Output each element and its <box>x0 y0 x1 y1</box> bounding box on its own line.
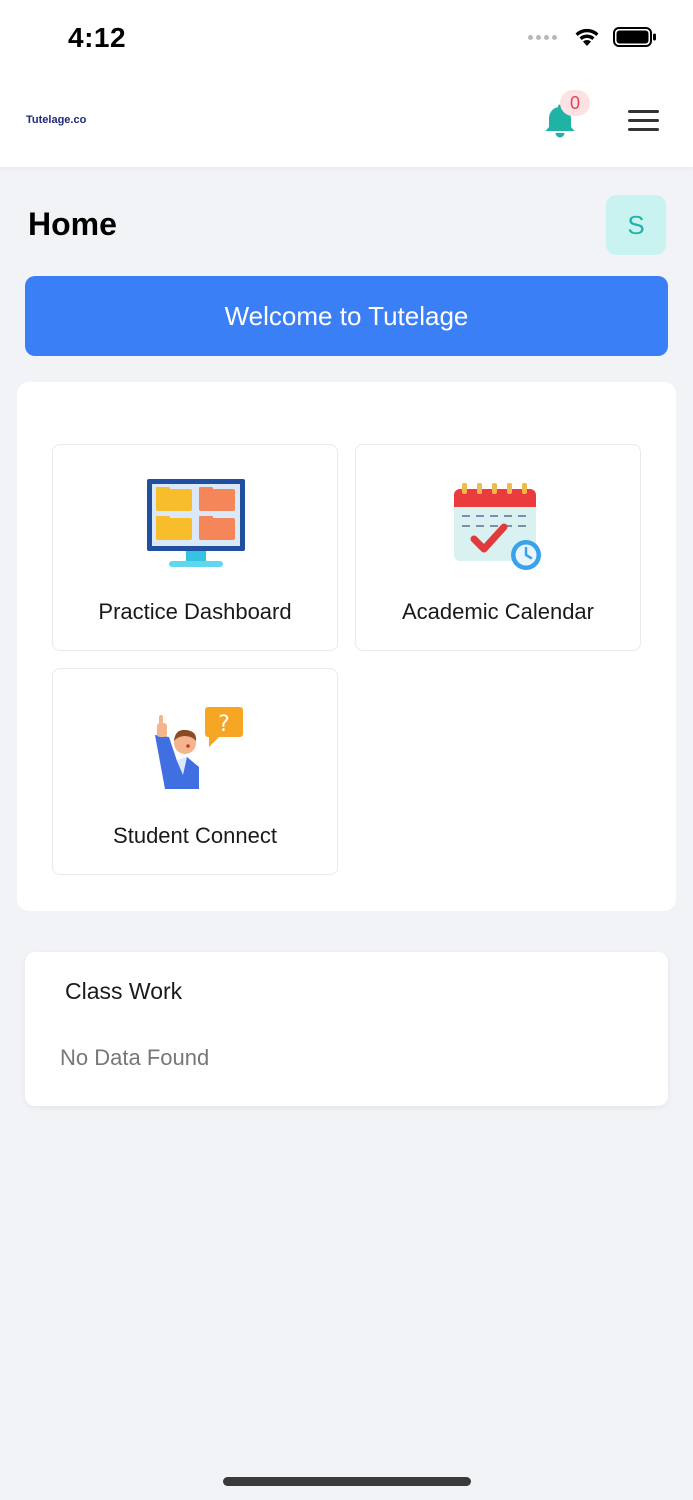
svg-text:?: ? <box>218 712 230 737</box>
student-connect-tile[interactable]: ? Student Connect <box>52 668 338 875</box>
notification-count-badge: 0 <box>560 90 590 116</box>
welcome-banner: Welcome to Tutelage <box>25 276 668 356</box>
academic-calendar-tile[interactable]: Academic Calendar <box>355 444 641 651</box>
tile-label: Academic Calendar <box>402 599 594 624</box>
practice-dashboard-tile[interactable]: Practice Dashboard <box>52 444 338 651</box>
hamburger-menu-button[interactable] <box>628 110 664 134</box>
tile-label: Practice Dashboard <box>98 599 292 624</box>
monitor-folders-icon <box>147 479 245 567</box>
user-avatar[interactable]: S <box>606 195 666 255</box>
cellular-signal-icon <box>528 34 557 40</box>
status-bar: 4:12 <box>0 0 693 76</box>
app-header: Tutelage.co 0 <box>0 76 693 167</box>
student-question-icon: ? <box>155 707 243 789</box>
menu-line-icon <box>628 110 659 113</box>
menu-line-icon <box>628 128 659 131</box>
status-time: 4:12 <box>68 22 127 53</box>
status-icons <box>528 26 657 48</box>
tile-label: Student Connect <box>113 823 277 848</box>
app-logo[interactable]: Tutelage.co <box>26 114 86 126</box>
calendar-check-icon <box>454 483 541 570</box>
menu-line-icon <box>628 119 659 122</box>
wifi-icon <box>575 28 599 46</box>
class-work-title: Class Work <box>65 978 183 1004</box>
page-title: Home <box>28 206 117 242</box>
home-indicator[interactable] <box>223 1477 471 1486</box>
class-work-card: Class Work No Data Found <box>25 952 668 1106</box>
battery-icon <box>613 27 656 47</box>
modules-card: Practice Dashboard Academic Calendar ? S… <box>17 382 676 911</box>
empty-state-text: No Data Found <box>60 1045 210 1070</box>
